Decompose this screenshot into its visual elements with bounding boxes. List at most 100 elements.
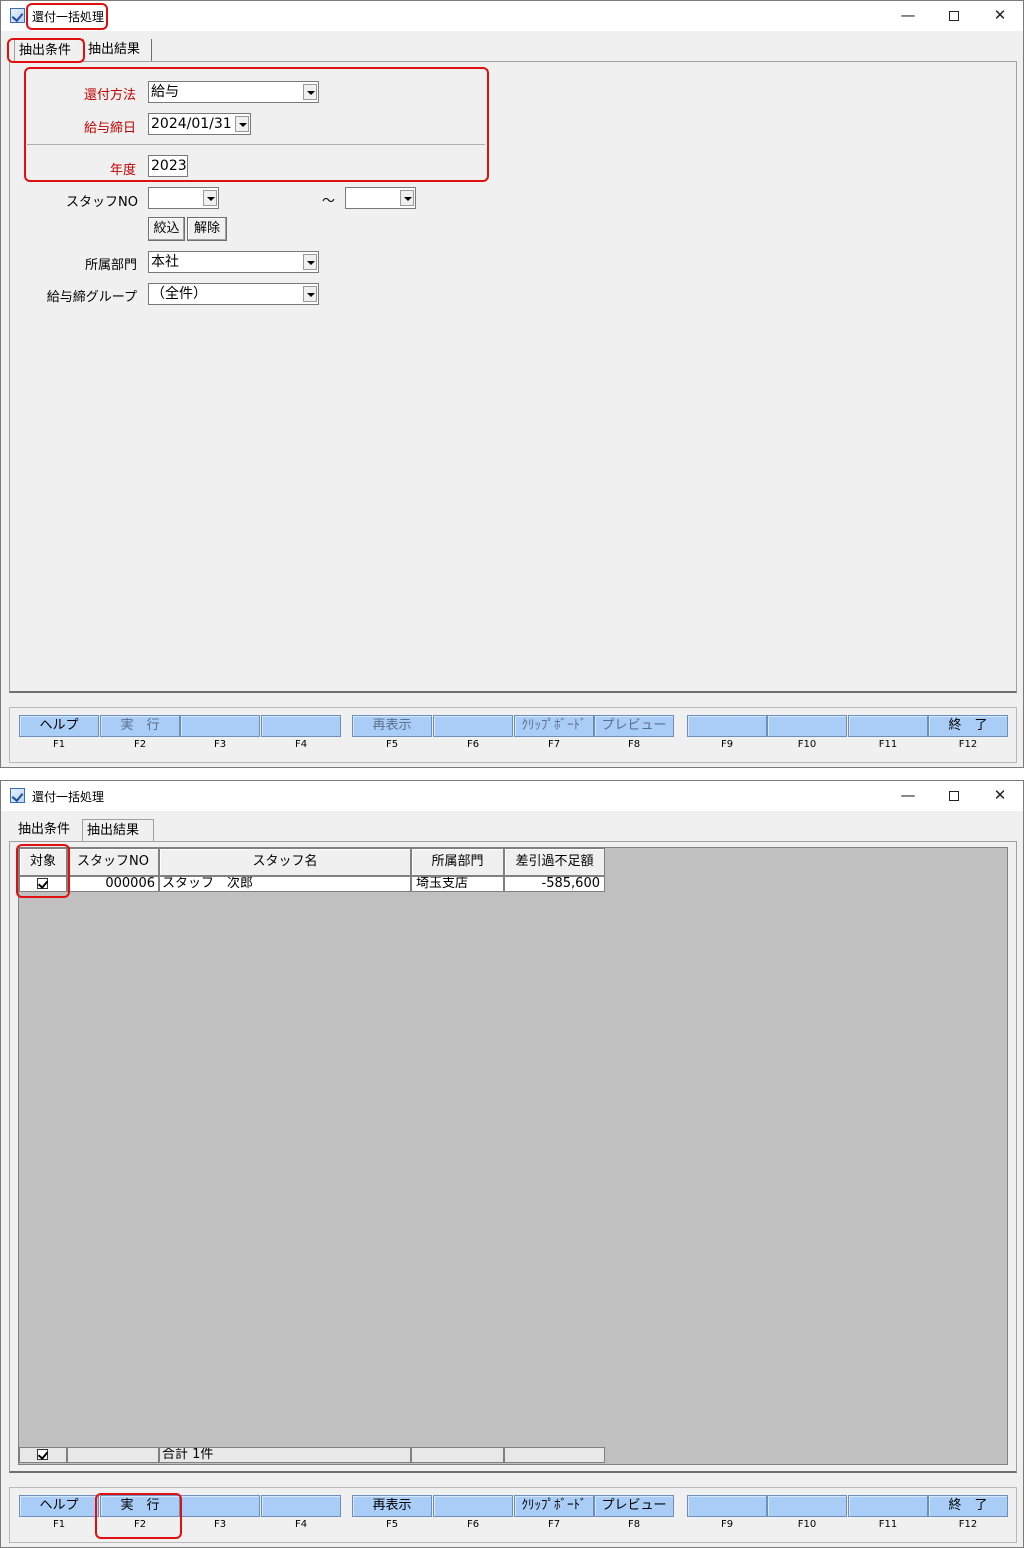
- chevron-down-icon[interactable]: [203, 190, 217, 206]
- fkey-f10-label: F10: [797, 1519, 817, 1530]
- row-checkbox[interactable]: [37, 878, 48, 889]
- fkey-f3-label: F3: [213, 1519, 227, 1530]
- group-select[interactable]: （全件）: [148, 283, 319, 305]
- payroll-date-select[interactable]: 2024/01/31: [148, 113, 251, 135]
- payroll-date-value: 2024/01/31: [151, 116, 232, 132]
- tab-results[interactable]: 抽出結果: [84, 39, 152, 61]
- fkey-f4-button[interactable]: [261, 715, 341, 737]
- tab-results[interactable]: 抽出結果: [82, 819, 154, 841]
- fkey-f12-button[interactable]: 終 了: [928, 715, 1008, 737]
- results-grid[interactable]: [18, 847, 1008, 1465]
- column-header-dept[interactable]: 所属部門: [411, 848, 504, 876]
- fkey-f1-button[interactable]: ヘルプ: [19, 715, 99, 737]
- fkey-f12-label: F12: [958, 739, 978, 750]
- column-header-staff-no[interactable]: スタッフNO: [67, 848, 159, 876]
- fkey-f10-button[interactable]: [767, 715, 847, 737]
- close-button[interactable]: ✕: [977, 781, 1023, 811]
- title-bar[interactable]: 還付一括処理 — ✕: [1, 1, 1023, 31]
- title-bar[interactable]: 還付一括処理 — ✕: [1, 781, 1023, 811]
- group-label: 給与締グループ: [46, 290, 137, 305]
- fkey-f1-label: F1: [52, 1519, 66, 1530]
- table-cell-staff-name[interactable]: スタッフ 次郎: [159, 876, 411, 892]
- fkey-f9-button[interactable]: [687, 1495, 767, 1517]
- window-results: 還付一括処理 — ✕ 抽出条件 抽出結果 対象 スタッフNO スタッフ名 所属部…: [0, 780, 1024, 1548]
- chevron-down-icon[interactable]: [400, 190, 414, 206]
- chevron-down-icon[interactable]: [235, 116, 249, 132]
- fkey-f3-label: F3: [213, 739, 227, 750]
- fkey-f11-button[interactable]: [848, 1495, 928, 1517]
- close-button[interactable]: ✕: [977, 1, 1023, 31]
- fkey-f2-button[interactable]: 実 行: [100, 1495, 180, 1517]
- fkey-f7-label: F7: [547, 1519, 561, 1530]
- fkey-f5-button[interactable]: 再表示: [352, 1495, 432, 1517]
- chevron-down-icon[interactable]: [303, 84, 317, 100]
- fkey-f6-button[interactable]: [433, 715, 513, 737]
- fkey-f10-button[interactable]: [767, 1495, 847, 1517]
- fkey-f5-button[interactable]: 再表示: [352, 715, 432, 737]
- dept-value: 本社: [151, 254, 179, 270]
- maximize-button[interactable]: [931, 781, 977, 811]
- dept-select[interactable]: 本社: [148, 251, 319, 273]
- group-value: （全件）: [151, 286, 207, 302]
- payroll-date-label: 給与締日: [83, 121, 136, 136]
- column-header-staff-name[interactable]: スタッフ名: [159, 848, 411, 876]
- column-header-target[interactable]: 対象: [19, 848, 67, 876]
- minimize-button[interactable]: —: [885, 1, 931, 31]
- fkey-f3-button[interactable]: [180, 715, 260, 737]
- clear-button[interactable]: 解除: [187, 217, 227, 241]
- fkey-f4-button[interactable]: [261, 1495, 341, 1517]
- refund-method-label: 還付方法: [83, 88, 136, 103]
- fkey-f1-label: F1: [52, 739, 66, 750]
- fkey-f6-label: F6: [466, 1519, 480, 1530]
- fkey-f6-label: F6: [466, 739, 480, 750]
- fkey-f7-button[interactable]: ｸﾘｯﾌﾟﾎﾞｰﾄﾞ: [514, 715, 594, 737]
- footer-target-cell[interactable]: [19, 1447, 67, 1463]
- divider: [27, 144, 485, 145]
- fkey-f8-label: F8: [627, 739, 641, 750]
- fkey-f2-button[interactable]: 実 行: [100, 715, 180, 737]
- window-title: 還付一括処理: [32, 10, 105, 24]
- fkey-f12-button[interactable]: 終 了: [928, 1495, 1008, 1517]
- tab-conditions[interactable]: 抽出条件: [14, 39, 84, 61]
- table-cell-amount[interactable]: -585,600: [504, 876, 605, 892]
- fkey-f3-button[interactable]: [180, 1495, 260, 1517]
- fkey-f8-button[interactable]: プレビュー: [594, 1495, 674, 1517]
- column-header-amount[interactable]: 差引過不足額: [504, 848, 605, 876]
- filter-button[interactable]: 絞込: [148, 217, 185, 241]
- fkey-f2-label: F2: [133, 1519, 147, 1530]
- function-key-bar: ヘルプ 実 行 再表示 ｸﾘｯﾌﾟﾎﾞｰﾄﾞ プレビュー 終 了 F1 F2 F…: [9, 707, 1017, 763]
- maximize-button[interactable]: [931, 1, 977, 31]
- staff-no-from-select[interactable]: [148, 187, 219, 209]
- minimize-button[interactable]: —: [885, 781, 931, 811]
- footer-total-label: 合計 1件: [159, 1447, 411, 1463]
- fkey-f5-label: F5: [385, 739, 399, 750]
- year-input[interactable]: 2023: [148, 155, 188, 177]
- footer-cell: [67, 1447, 159, 1463]
- fkey-f1-button[interactable]: ヘルプ: [19, 1495, 99, 1517]
- year-label: 年度: [109, 163, 136, 178]
- chevron-down-icon[interactable]: [303, 286, 317, 302]
- fkey-f9-label: F9: [720, 1519, 734, 1530]
- table-cell-staff-no[interactable]: 000006: [67, 876, 159, 892]
- staff-no-to-select[interactable]: [345, 187, 416, 209]
- tab-conditions[interactable]: 抽出条件: [14, 819, 82, 841]
- table-row-target-cell[interactable]: [19, 876, 67, 892]
- range-separator: ～: [321, 194, 335, 209]
- footer-cell: [504, 1447, 605, 1463]
- fkey-f6-button[interactable]: [433, 1495, 513, 1517]
- table-cell-dept[interactable]: 埼玉支店: [411, 876, 504, 892]
- chevron-down-icon[interactable]: [303, 254, 317, 270]
- refund-method-select[interactable]: 給与: [148, 81, 319, 103]
- fkey-f8-label: F8: [627, 1519, 641, 1530]
- footer-cell: [411, 1447, 504, 1463]
- fkey-f9-button[interactable]: [687, 715, 767, 737]
- fkey-f5-label: F5: [385, 1519, 399, 1530]
- fkey-f4-label: F4: [294, 1519, 308, 1530]
- staff-no-label: スタッフNO: [66, 195, 138, 210]
- fkey-f7-button[interactable]: ｸﾘｯﾌﾟﾎﾞｰﾄﾞ: [514, 1495, 594, 1517]
- fkey-f11-label: F11: [878, 1519, 898, 1530]
- select-all-checkbox[interactable]: [37, 1449, 48, 1460]
- fkey-f9-label: F9: [720, 739, 734, 750]
- fkey-f11-button[interactable]: [848, 715, 928, 737]
- fkey-f8-button[interactable]: プレビュー: [594, 715, 674, 737]
